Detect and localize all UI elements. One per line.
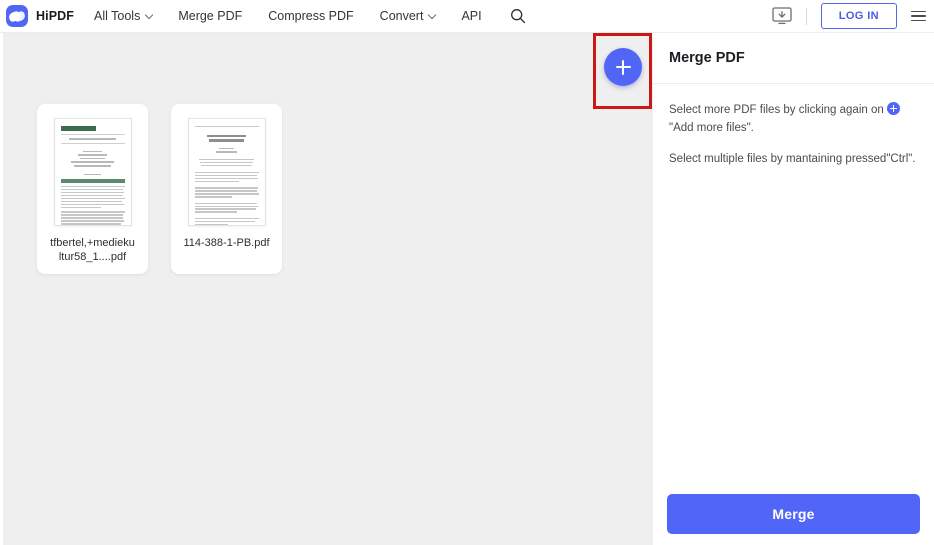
file-card[interactable]: 114-388-1-PB.pdf <box>171 104 282 274</box>
top-navigation-bar: HiPDF All Tools Merge PDF Compress PDF C… <box>0 0 934 33</box>
merge-button[interactable]: Merge <box>667 494 920 534</box>
file-workspace: tfbertel,+medieku ltur58_1....pdf 114-38… <box>3 33 653 545</box>
login-button[interactable]: LOG IN <box>820 3 897 29</box>
nav-item-api[interactable]: API <box>461 9 481 23</box>
nav-item-compress-pdf[interactable]: Compress PDF <box>268 9 353 23</box>
nav-item-convert[interactable]: Convert <box>379 9 437 23</box>
file-name-label: 114-388-1-PB.pdf <box>183 237 270 249</box>
merge-pdf-panel: Merge PDF Select more PDF files by click… <box>653 33 934 545</box>
nav-item-merge-pdf[interactable]: Merge PDF <box>178 9 242 23</box>
brand-logo[interactable]: HiPDF <box>6 5 74 27</box>
nav-item-all-tools-label: All Tools <box>94 9 141 23</box>
chevron-down-icon <box>428 10 437 19</box>
pdf-thumbnail-preview <box>187 118 266 226</box>
file-card[interactable]: tfbertel,+medieku ltur58_1....pdf <box>37 104 148 274</box>
panel-body: Select more PDF files by clicking again … <box>653 84 934 168</box>
search-icon[interactable] <box>510 8 526 24</box>
nav-item-convert-label: Convert <box>379 9 424 23</box>
nav-right-group: LOG IN <box>772 3 926 29</box>
panel-title: Merge PDF <box>669 50 745 66</box>
plus-badge-icon <box>886 102 900 115</box>
instruction-text-before: Select more PDF files by clicking again … <box>669 104 884 116</box>
file-grid: tfbertel,+medieku ltur58_1....pdf 114-38… <box>3 33 653 274</box>
nav-item-all-tools[interactable]: All Tools <box>94 9 154 23</box>
chevron-down-icon <box>145 10 154 19</box>
nav-item-compress-pdf-label: Compress PDF <box>268 9 354 23</box>
instruction-paragraph-2: Select multiple files by mantaining pres… <box>669 153 916 165</box>
instruction-paragraph-1: Select more PDF files by clicking again … <box>669 101 918 137</box>
pdf-thumbnail-preview <box>53 118 132 226</box>
nav-item-merge-pdf-label: Merge PDF <box>178 9 243 23</box>
nav-links: All Tools Merge PDF Compress PDF Convert… <box>94 8 526 24</box>
hipdf-app-window: HiPDF All Tools Merge PDF Compress PDF C… <box>0 0 934 545</box>
hamburger-menu-icon[interactable] <box>911 10 926 22</box>
instruction-text-after: "Add more files". <box>669 122 754 134</box>
nav-item-api-label: API <box>461 9 482 23</box>
brand-name: HiPDF <box>36 9 74 23</box>
file-name-label: tfbertel,+medieku ltur58_1....pdf <box>50 237 135 263</box>
desktop-download-icon[interactable] <box>772 7 792 25</box>
hipdf-logo-icon <box>6 5 28 27</box>
add-more-files-button[interactable] <box>604 48 642 86</box>
nav-divider <box>805 7 807 25</box>
